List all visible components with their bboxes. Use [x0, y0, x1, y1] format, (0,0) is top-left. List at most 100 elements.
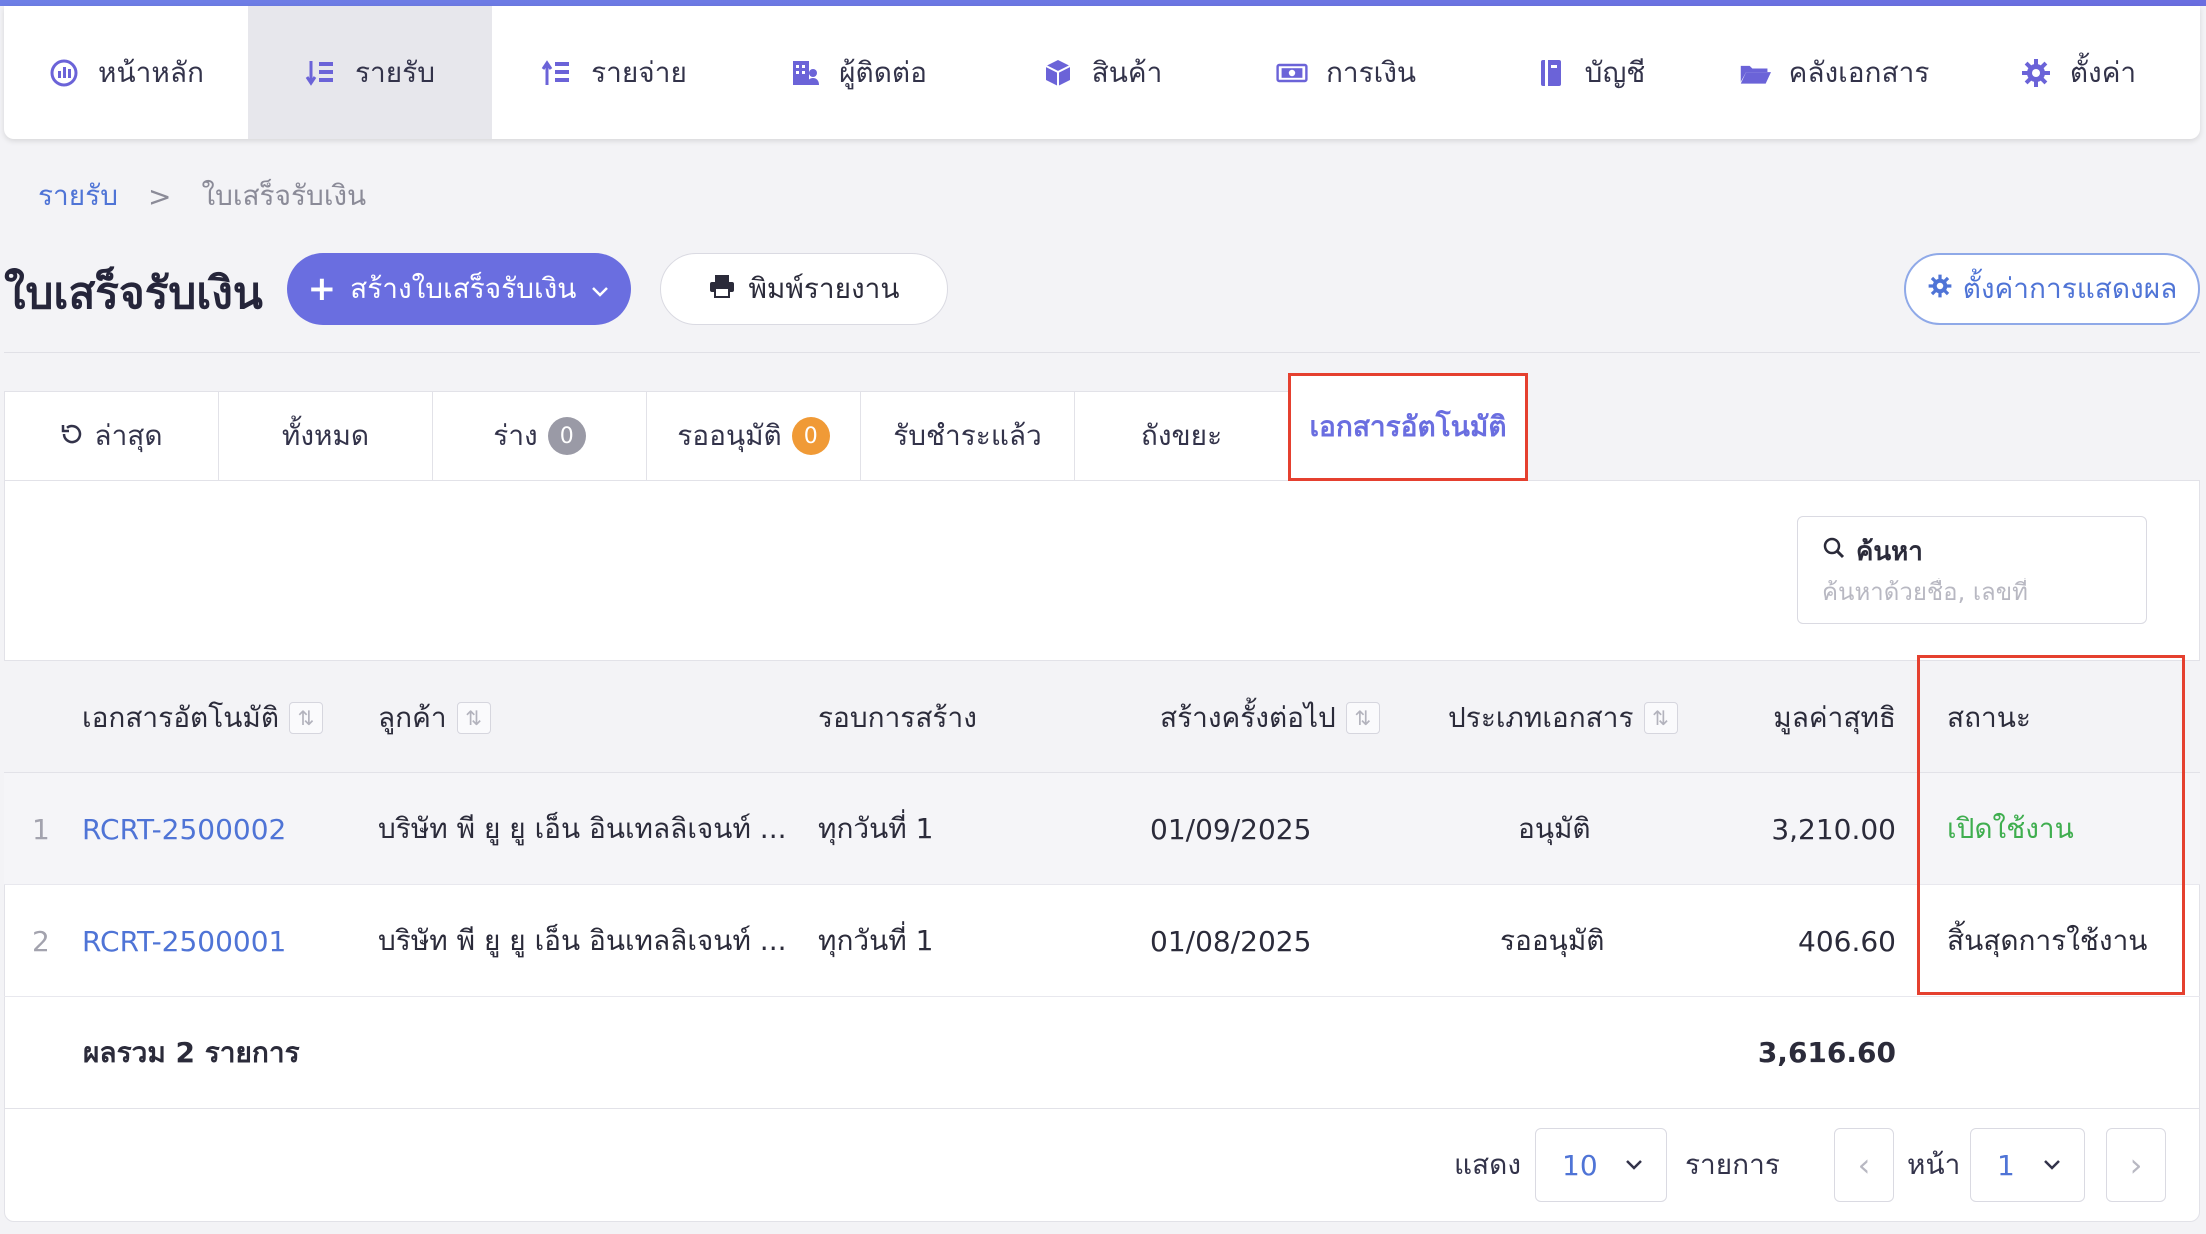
tab-label: ล่าสุด — [94, 419, 163, 452]
nav-label: รายรับ — [355, 55, 435, 89]
status-badge: เปิดใช้งาน — [1947, 812, 2074, 845]
nav-item-finance[interactable]: การเงิน — [1224, 6, 1468, 139]
tab-paid[interactable]: รับชำระแล้ว — [860, 391, 1074, 481]
search-icon — [1822, 536, 1846, 567]
customer-name: บริษัท พี ยู ยู เอ็น อินเทลลิเจนท์ ... — [378, 924, 787, 957]
net-value: 3,210.00 — [1771, 812, 1896, 846]
column-header-type[interactable]: ประเภทเอกสาร ⇅ — [1448, 661, 1678, 774]
folder-icon — [1739, 57, 1771, 89]
total-label: ผลรวม 2 รายการ — [83, 1035, 300, 1069]
row-number: 1 — [32, 812, 50, 846]
column-header-doc[interactable]: เอกสารอัตโนมัติ ⇅ — [82, 661, 324, 774]
printer-icon — [708, 273, 736, 306]
next-page-button[interactable]: › — [2106, 1128, 2166, 1202]
contacts-icon — [789, 57, 821, 89]
sort-icon[interactable]: ⇅ — [1345, 701, 1380, 734]
tab-auto-documents[interactable]: เอกสารอัตโนมัติ — [1288, 373, 1528, 481]
plus-icon: + — [307, 269, 337, 309]
nav-item-documents[interactable]: คลังเอกสาร — [1712, 6, 1956, 139]
breadcrumb-parent-link[interactable]: รายรับ — [38, 174, 118, 218]
nav-item-accounting[interactable]: บัญชี — [1468, 6, 1712, 139]
tab-trash[interactable]: ถังขยะ — [1074, 391, 1288, 481]
sort-icon[interactable]: ⇅ — [456, 701, 491, 734]
tab-label: ร่าง — [493, 419, 538, 452]
create-receipt-label: สร้างใบเสร็จรับเงิน — [350, 272, 577, 305]
column-label: รอบการสร้าง — [818, 700, 977, 734]
breadcrumb-current: ใบเสร็จรับเงิน — [201, 179, 367, 212]
search-label-row: ค้นหา — [1822, 531, 2122, 572]
column-header-customer[interactable]: ลูกค้า ⇅ — [378, 661, 491, 774]
dashboard-icon — [48, 57, 80, 89]
nav-label: รายจ่าย — [591, 55, 687, 89]
tab-label: รับชำระแล้ว — [893, 419, 1042, 452]
page-title: ใบเสร็จรับเงิน — [4, 268, 263, 319]
table-header: เอกสารอัตโนมัติ ⇅ ลูกค้า ⇅ รอบการสร้าง ส… — [4, 660, 2200, 773]
pending-count-badge: 0 — [791, 417, 830, 455]
next-creation-date: 01/08/2025 — [1150, 924, 1312, 958]
gear-icon — [1927, 273, 1953, 306]
search-input[interactable] — [1822, 578, 2122, 606]
nav-item-home[interactable]: หน้าหลัก — [4, 6, 248, 139]
nav-label: สินค้า — [1091, 55, 1163, 89]
column-header-next[interactable]: สร้างครั้งต่อไป ⇅ — [1160, 661, 1380, 774]
search-box[interactable]: ค้นหา — [1797, 516, 2147, 624]
display-settings-button[interactable]: ตั้งค่าการแสดงผล — [1904, 253, 2200, 325]
sort-icon[interactable]: ⇅ — [289, 701, 324, 734]
nav-item-products[interactable]: สินค้า — [980, 6, 1224, 139]
page-value: 1 — [1997, 1148, 2015, 1182]
page-select[interactable]: 1 — [1970, 1128, 2085, 1202]
total-value: 3,616.60 — [1757, 1036, 1896, 1069]
items-label: รายการ — [1685, 1148, 1780, 1181]
create-receipt-button[interactable]: + สร้างใบเสร็จรับเงิน — [287, 253, 631, 325]
tab-all[interactable]: ทั้งหมด — [218, 391, 432, 481]
nav-item-expense[interactable]: รายจ่าย — [492, 6, 736, 139]
tab-draft[interactable]: ร่าง 0 — [432, 391, 646, 481]
ledger-icon — [1535, 57, 1567, 89]
column-header-net: มูลค่าสุทธิ — [1773, 661, 1896, 774]
status-badge: สิ้นสุดการใช้งาน — [1947, 924, 2148, 957]
tab-pending-approval[interactable]: รออนุมัติ 0 — [646, 391, 860, 481]
next-creation-date: 01/09/2025 — [1150, 812, 1312, 846]
display-settings-label: ตั้งค่าการแสดงผล — [1962, 272, 2178, 305]
nav-label: ผู้ติดต่อ — [839, 55, 927, 89]
show-label: แสดง — [1454, 1148, 1521, 1181]
column-label: มูลค่าสุทธิ — [1773, 700, 1896, 734]
chevron-down-icon — [1624, 1153, 1644, 1178]
chevron-down-icon — [590, 273, 610, 306]
creation-cycle: ทุกวันที่ 1 — [818, 924, 934, 957]
table-row[interactable]: 1 RCRT-2500002 บริษัท พี ยู ยู เอ็น อินเ… — [4, 773, 2200, 885]
money-icon — [1276, 57, 1308, 89]
tab-label: ถังขยะ — [1140, 419, 1223, 452]
nav-item-settings[interactable]: ตั้งค่า — [1956, 6, 2200, 139]
page-label: หน้า — [1907, 1148, 1961, 1181]
tab-latest[interactable]: ล่าสุด — [4, 391, 218, 481]
column-label: ลูกค้า — [378, 700, 447, 734]
nav-label: การเงิน — [1325, 55, 1417, 89]
document-link[interactable]: RCRT-2500002 — [82, 773, 286, 885]
prev-page-button[interactable]: ‹ — [1834, 1128, 1894, 1202]
column-header-cycle: รอบการสร้าง — [818, 661, 977, 774]
per-page-select[interactable]: 10 — [1535, 1128, 1667, 1202]
column-label: เอกสารอัตโนมัติ — [82, 700, 280, 734]
chevron-left-icon: ‹ — [1857, 1146, 1871, 1184]
header-divider — [4, 352, 2200, 353]
chevron-right-icon: › — [2129, 1146, 2143, 1184]
tab-label: รออนุมัติ — [677, 419, 782, 452]
per-page-value: 10 — [1562, 1148, 1598, 1182]
document-type: รออนุมัติ — [1500, 924, 1605, 957]
box-icon — [1042, 57, 1074, 89]
breadcrumb-separator: > — [147, 179, 172, 213]
nav-item-contacts[interactable]: ผู้ติดต่อ — [736, 6, 980, 139]
nav-label: คลังเอกสาร — [1788, 55, 1930, 89]
nav-item-income[interactable]: รายรับ — [248, 6, 492, 139]
column-label: สถานะ — [1947, 700, 2031, 734]
document-link[interactable]: RCRT-2500001 — [82, 885, 286, 997]
table-row[interactable]: 2 RCRT-2500001 บริษัท พี ยู ยู เอ็น อินเ… — [4, 885, 2200, 997]
tab-label: เอกสารอัตโนมัติ — [1309, 410, 1507, 443]
print-report-button[interactable]: พิมพ์รายงาน — [660, 253, 948, 325]
column-label: ประเภทเอกสาร — [1448, 700, 1634, 734]
nav-label: ตั้งค่า — [2069, 55, 2137, 89]
tab-label: ทั้งหมด — [281, 419, 370, 452]
income-icon — [305, 57, 337, 89]
sort-icon[interactable]: ⇅ — [1643, 701, 1678, 734]
